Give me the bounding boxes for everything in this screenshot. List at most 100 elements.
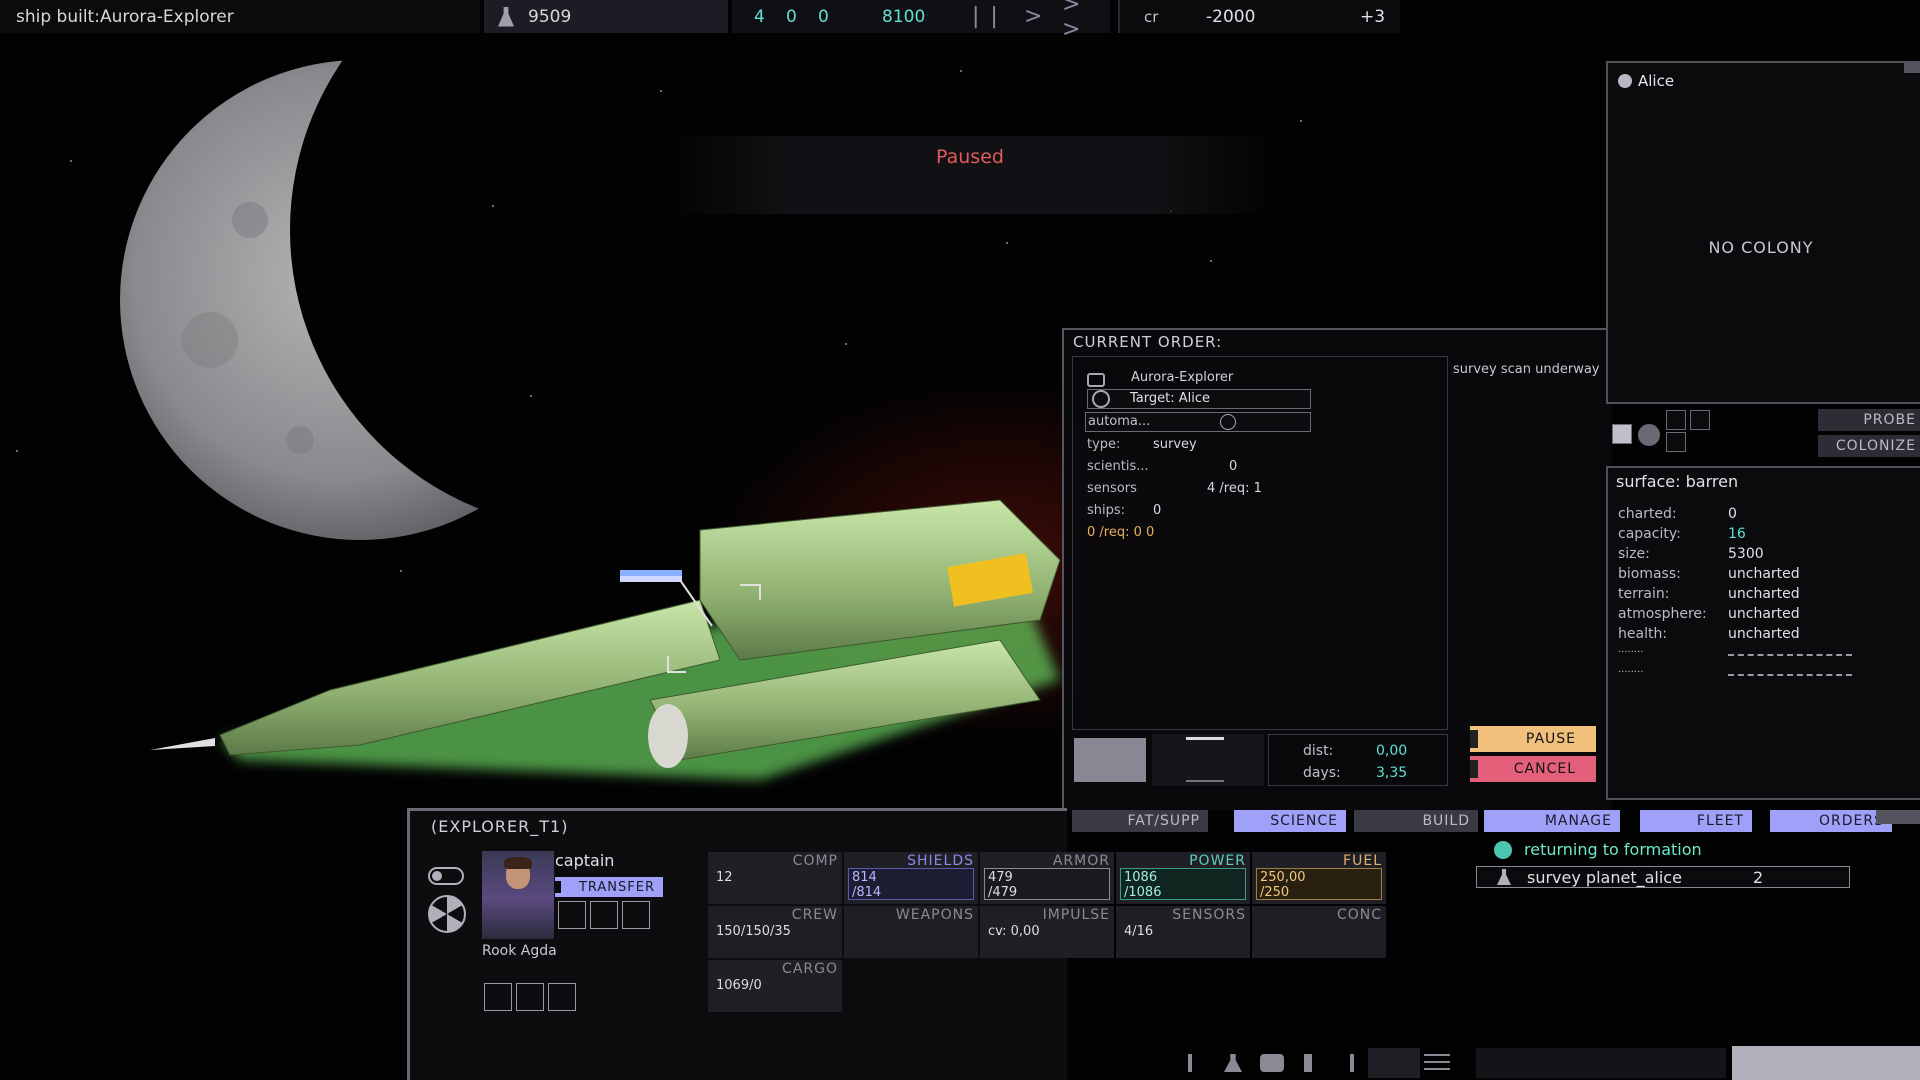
star <box>1006 242 1008 244</box>
radiation-icon[interactable] <box>428 895 466 933</box>
stat-crew[interactable]: CREW 150/150/35 <box>708 906 842 958</box>
flask-icon[interactable] <box>1224 1054 1242 1072</box>
date-c: 0 <box>818 6 829 27</box>
play-speed-button[interactable]: > <box>1024 4 1044 29</box>
tab-overflow[interactable] <box>1876 810 1920 824</box>
ship-built-text: ship built:Aurora-Explorer <box>16 6 234 27</box>
crew-slot[interactable] <box>622 901 650 929</box>
toggle-icon[interactable] <box>428 867 464 885</box>
tab-orders[interactable]: ORDERS <box>1770 810 1892 832</box>
placeholder-label: ........ <box>1618 644 1644 655</box>
circle-swatch[interactable] <box>1638 424 1660 446</box>
captain-label: captain <box>555 851 615 870</box>
date-a: 4 <box>754 6 765 27</box>
module-slot[interactable] <box>484 983 512 1011</box>
ship-icon <box>1087 373 1105 387</box>
science-points[interactable]: 9509 <box>484 0 728 33</box>
person-icon[interactable] <box>1304 1054 1312 1072</box>
current-order-title: CURRENT ORDER: <box>1073 333 1223 351</box>
days-label: days: <box>1303 765 1341 781</box>
tab-fleet[interactable]: FLEET <box>1640 810 1752 832</box>
slot-box[interactable] <box>1666 432 1686 452</box>
queue-item-returning[interactable]: returning to formation <box>1494 840 1702 859</box>
dist-value: 0,00 <box>1376 743 1408 759</box>
planet-icon <box>1618 74 1632 88</box>
order-target-row[interactable]: Target: Alice <box>1087 389 1311 409</box>
science-points-value: 9509 <box>528 6 572 27</box>
scientists-label: scientis... <box>1087 459 1149 474</box>
tab-science[interactable]: SCIENCE <box>1234 810 1346 832</box>
square-swatch[interactable] <box>1612 424 1632 444</box>
stat-shields[interactable]: SHIELDS 814 /814 <box>844 852 978 904</box>
tab-manage[interactable]: MANAGE <box>1484 810 1620 832</box>
shields-value: 814 <box>852 870 877 885</box>
tab-fat-supp[interactable]: FAT/SUPP <box>1072 810 1208 832</box>
star <box>16 450 18 452</box>
fuel-value: 250,00 <box>1260 870 1306 885</box>
capacity-label: capacity: <box>1618 526 1681 542</box>
automation-row[interactable]: automa... <box>1085 412 1311 432</box>
fast-speed-button[interactable]: > > <box>1062 0 1110 42</box>
colony-status: NO COLONY <box>1708 238 1814 257</box>
captain-name: Rook Agda <box>482 943 557 959</box>
sliders-icon[interactable] <box>1424 1054 1450 1072</box>
scrollbar[interactable] <box>1904 63 1920 73</box>
health-label: health: <box>1618 626 1668 642</box>
stat-fuel[interactable]: FUEL 250,00 /250 <box>1252 852 1386 904</box>
power-value: 1086 <box>1124 870 1158 885</box>
type-value: survey <box>1153 437 1197 452</box>
stat-power[interactable]: POWER 1086 /1086 <box>1116 852 1250 904</box>
stat-impulse[interactable]: IMPULSE cv: 0,00 <box>980 906 1114 958</box>
fuel-max: /250 <box>1260 885 1290 900</box>
stat-cargo[interactable]: CARGO 1069/0 <box>708 960 842 1012</box>
slot-box[interactable] <box>1690 410 1710 430</box>
info-icon[interactable] <box>1188 1054 1192 1072</box>
placeholder-line <box>1728 654 1852 656</box>
ship-panel: (EXPLORER_T1) captain TRANSFER Rook Agda… <box>407 808 1386 1080</box>
spaceship[interactable] <box>150 499 1061 780</box>
stat-conc[interactable]: CONC <box>1252 906 1386 958</box>
cargo-icon[interactable] <box>1260 1054 1284 1072</box>
ship-built-notice[interactable]: ship built:Aurora-Explorer <box>0 0 480 33</box>
cancel-order-button[interactable]: CANCEL <box>1470 756 1596 782</box>
health-value: uncharted <box>1728 626 1800 642</box>
automation-toggle-icon[interactable] <box>1220 414 1236 430</box>
placeholder-line <box>1728 674 1852 676</box>
planet-title: Alice <box>1618 72 1674 90</box>
toolbar-field[interactable] <box>1476 1048 1726 1078</box>
queue-item-survey[interactable]: survey planet_alice 2 <box>1476 866 1850 888</box>
toolbar-block[interactable] <box>1368 1048 1420 1078</box>
order-progress: dist: 0,00 days: 3,35 <box>1072 734 1448 786</box>
comp-label: COMP <box>792 853 838 869</box>
probe-button[interactable]: PROBE <box>1818 409 1920 431</box>
tab-build[interactable]: BUILD <box>1354 810 1478 832</box>
current-order-panel: CURRENT ORDER: Aurora-Explorer Target: A… <box>1062 328 1612 810</box>
ships-label: ships: <box>1087 503 1126 518</box>
colonize-button[interactable]: COLONIZE <box>1818 435 1920 457</box>
captain-portrait[interactable] <box>482 851 554 939</box>
pause-order-button[interactable]: PAUSE <box>1470 726 1596 752</box>
module-slot[interactable] <box>516 983 544 1011</box>
formation-icon <box>1494 840 1512 859</box>
module-slot[interactable] <box>548 983 576 1011</box>
biomass-label: biomass: <box>1618 566 1681 582</box>
transfer-button[interactable]: TRANSFER <box>555 877 663 897</box>
pause-speed-button[interactable]: | | <box>972 4 1000 29</box>
placeholder-label: ........ <box>1618 664 1644 675</box>
impulse-value: cv: 0,00 <box>988 924 1040 939</box>
charted-label: charted: <box>1618 506 1677 522</box>
info-icon[interactable] <box>1350 1054 1354 1072</box>
star <box>1300 120 1302 122</box>
stat-weapons[interactable]: WEAPONS <box>844 906 978 958</box>
credits[interactable]: cr -2000 +3 <box>1120 0 1400 33</box>
stat-armor[interactable]: ARMOR 479 /479 <box>980 852 1114 904</box>
slot-box[interactable] <box>1666 410 1686 430</box>
toolbar-right-button[interactable] <box>1732 1046 1920 1080</box>
star <box>660 90 662 92</box>
stat-sensors[interactable]: SENSORS 4/16 <box>1116 906 1250 958</box>
crew-slot[interactable] <box>590 901 618 929</box>
crew-slot[interactable] <box>558 901 586 929</box>
scientists-value: 0 <box>1229 459 1238 474</box>
sensors-label: SENSORS <box>1172 907 1246 923</box>
stat-comp[interactable]: COMP 12 <box>708 852 842 904</box>
